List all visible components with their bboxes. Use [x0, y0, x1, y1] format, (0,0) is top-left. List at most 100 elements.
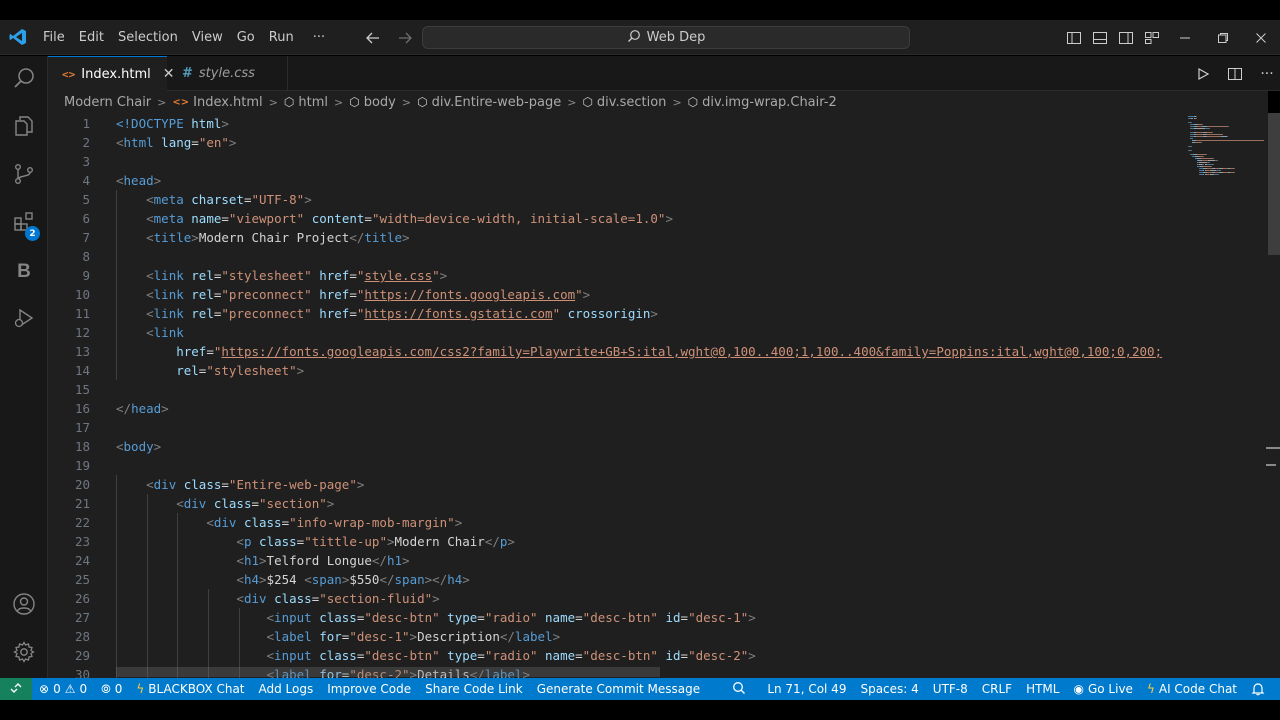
improve-code-button[interactable]: Improve Code — [320, 678, 418, 700]
go-live-button[interactable]: ◉ Go Live — [1066, 678, 1139, 700]
command-center-search[interactable]: Web Dep — [422, 26, 910, 49]
activity-extensions[interactable]: 2 — [0, 200, 48, 248]
code-line[interactable]: <!DOCTYPE html> — [116, 114, 229, 133]
tab-index-html[interactable]: <> Index.html ✕ — [48, 56, 175, 91]
zoom-button[interactable] — [725, 678, 760, 700]
minimap-stroke — [1211, 166, 1213, 167]
tab-style-css[interactable]: # style.css — [168, 56, 288, 91]
code-token: class — [274, 591, 312, 606]
cursor-position[interactable]: Ln 71, Col 49 — [760, 678, 853, 700]
code-line[interactable]: <body> — [116, 437, 161, 456]
code-token: "Entire-web-page" — [228, 477, 357, 492]
toggle-primary-sidebar-icon[interactable] — [1064, 28, 1084, 48]
code-line[interactable]: <p class="tittle-up">Modern Chair</p> — [116, 532, 515, 551]
code-line[interactable]: <title>Modern Chair Project</title> — [116, 228, 409, 247]
code-editor[interactable]: 1 2 3 4 5 6 7 8 9 10 11 12 13 14 15 16 17 18 19 20 21 22 23 24 2… — [48, 113, 1280, 678]
code-line[interactable]: <link rel="preconnect" href="https://fon… — [116, 304, 658, 323]
toggle-secondary-sidebar-icon[interactable] — [1116, 28, 1136, 48]
menu-selection[interactable]: Selection — [111, 20, 185, 55]
add-logs-button[interactable]: Add Logs — [252, 678, 321, 700]
code-line[interactable]: <input class="desc-btn" type="radio" nam… — [116, 646, 756, 665]
code-line[interactable]: <h1>Telford Longue</h1> — [116, 551, 409, 570]
code-token: title — [153, 230, 192, 245]
vertical-scrollbar[interactable] — [1266, 113, 1280, 678]
blackbox-chat-button[interactable]: ϟ BLACKBOX Chat — [129, 678, 251, 700]
code-token: "width=device-width, initial-scale=1.0" — [371, 211, 666, 226]
run-icon[interactable] — [1193, 64, 1213, 84]
remote-indicator[interactable] — [0, 678, 32, 700]
split-editor-icon[interactable] — [1225, 64, 1245, 84]
toggle-panel-icon[interactable] — [1090, 28, 1110, 48]
css-file-icon: # — [182, 66, 193, 81]
restore-icon[interactable] — [1204, 20, 1242, 55]
code-line[interactable]: rel="stylesheet"> — [116, 361, 304, 380]
forward-arrow-icon[interactable] — [394, 27, 416, 49]
code-area[interactable]: <!DOCTYPE html> <html lang="en"> <head> <m… — [116, 113, 1186, 678]
indentation[interactable]: Spaces: 4 — [853, 678, 925, 700]
activity-source-control[interactable] — [0, 152, 48, 200]
ai-code-chat-button[interactable]: ϟ AI Code Chat — [1140, 678, 1244, 700]
menu-edit[interactable]: Edit — [72, 20, 111, 55]
code-token: "section-fluid" — [319, 591, 433, 606]
code-line[interactable]: <div class="section-fluid"> — [116, 589, 439, 608]
close-window-icon[interactable] — [1242, 20, 1280, 55]
menu-more[interactable]: ··· — [301, 20, 332, 55]
activity-blackbox[interactable]: B — [0, 248, 48, 296]
code-line[interactable]: <meta charset="UTF-8"> — [116, 190, 312, 209]
code-token: <!DOCTYPE — [116, 116, 192, 131]
tab-bar: <> Index.html ✕ # style.css ··· — [48, 56, 1280, 91]
code-line[interactable]: <meta name="viewport" content="width=dev… — [116, 209, 673, 228]
back-arrow-icon[interactable] — [362, 27, 384, 49]
scroll-thumb[interactable] — [1268, 113, 1280, 255]
menu-file[interactable]: File — [36, 20, 72, 55]
code-line[interactable]: <input class="desc-btn" type="radio" nam… — [116, 608, 756, 627]
code-line[interactable]: <div class="info-wrap-mob-margin"> — [116, 513, 462, 532]
code-token: h4 — [447, 572, 463, 587]
menu-view[interactable]: View — [185, 20, 230, 55]
notifications-icon[interactable] — [1244, 678, 1272, 700]
menu-run[interactable]: Run — [262, 20, 301, 55]
code-line[interactable]: <div class="section"> — [116, 494, 334, 513]
code-line[interactable]: <link — [116, 323, 184, 342]
code-line[interactable]: <h4>$254 <span>$550</span></h4> — [116, 570, 469, 589]
share-code-link-button[interactable]: Share Code Link — [418, 678, 530, 700]
line-number: 18 — [74, 439, 90, 454]
horizontal-scrollbar[interactable] — [116, 667, 660, 677]
code-line[interactable]: href="https://fonts.googleapis.com/css2?… — [116, 342, 1162, 361]
minimap[interactable] — [1188, 113, 1268, 678]
menu-go[interactable]: Go — [230, 20, 262, 55]
encoding[interactable]: UTF-8 — [926, 678, 975, 700]
code-token: h1 — [386, 553, 403, 568]
activity-run-debug[interactable] — [0, 296, 48, 344]
minimize-icon[interactable] — [1166, 20, 1204, 55]
breadcrumb-file[interactable]: <> Index.html — [172, 95, 262, 110]
breadcrumb-img-wrap[interactable]: ⬡ div.img-wrap.Chair-2 — [688, 95, 837, 110]
breadcrumb-body[interactable]: ⬡ body — [349, 95, 396, 110]
code-token: < — [116, 439, 124, 454]
language-mode[interactable]: HTML — [1019, 678, 1066, 700]
code-line[interactable]: <link rel="preconnect" href="https://fon… — [116, 285, 590, 304]
breadcrumb-section[interactable]: ⬡ div.section — [582, 95, 666, 110]
code-token: = — [349, 287, 357, 302]
ports-indicator[interactable]: ⦾ 0 — [94, 678, 129, 700]
code-line[interactable]: </head> — [116, 399, 169, 418]
code-line[interactable]: <head> — [116, 171, 161, 190]
problems-indicator[interactable]: ⊗ 0 ⚠ 0 — [32, 678, 94, 700]
breadcrumb-entire-web-page[interactable]: ⬡ div.Entire-web-page — [417, 95, 561, 110]
code-line[interactable]: <link rel="stylesheet" href="style.css"> — [116, 266, 447, 285]
activity-settings[interactable] — [0, 630, 48, 678]
more-actions-icon[interactable]: ··· — [1257, 64, 1277, 84]
code-token: "info-wrap-mob-margin" — [289, 515, 455, 530]
code-line[interactable]: <html lang="en"> — [116, 133, 236, 152]
code-line[interactable]: <div class="Entire-web-page"> — [116, 475, 364, 494]
breadcrumb-html[interactable]: ⬡ html — [284, 95, 328, 110]
end-of-line[interactable]: CRLF — [975, 678, 1019, 700]
activity-search[interactable] — [0, 56, 48, 104]
breadcrumb-folder[interactable]: Modern Chair — [64, 95, 151, 110]
customize-layout-icon[interactable] — [1142, 28, 1162, 48]
activity-accounts[interactable] — [0, 582, 48, 630]
code-line[interactable]: <label for="desc-1">Description</label> — [116, 627, 561, 646]
code-token: "radio" — [484, 648, 546, 663]
generate-commit-message-button[interactable]: Generate Commit Message — [530, 678, 707, 700]
activity-explorer[interactable] — [0, 104, 48, 152]
